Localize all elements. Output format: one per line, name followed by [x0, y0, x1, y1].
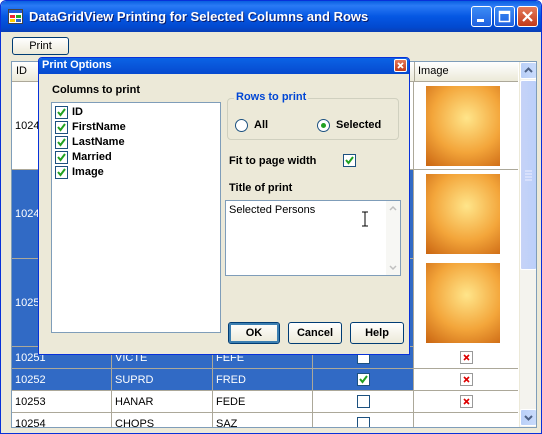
- title-bar[interactable]: DataGridView Printing for Selected Colum…: [1, 1, 541, 32]
- maximize-button[interactable]: [494, 6, 515, 27]
- column-label: LastName: [72, 136, 125, 148]
- dialog-title-bar[interactable]: Print Options: [39, 58, 409, 74]
- table-row[interactable]: 10254 CHOPS SAZ: [12, 413, 518, 427]
- cell-name: FEDE: [213, 391, 313, 412]
- chevron-up-icon: [524, 67, 533, 73]
- columns-checklist[interactable]: ID FirstName LastName Married Image: [51, 102, 221, 333]
- radio-all-label[interactable]: All: [254, 119, 268, 131]
- married-checkbox[interactable]: [356, 395, 370, 408]
- print-title-value: Selected Persons: [229, 204, 316, 216]
- close-icon: [397, 62, 404, 69]
- missing-image-icon: [459, 395, 473, 408]
- married-checkbox[interactable]: [356, 417, 370, 427]
- cancel-button[interactable]: Cancel: [288, 322, 342, 344]
- column-label: Image: [72, 166, 104, 178]
- column-item-id[interactable]: ID: [55, 105, 83, 119]
- help-button[interactable]: Help: [350, 322, 404, 344]
- column-item-image[interactable]: Image: [55, 165, 104, 179]
- column-item-firstname[interactable]: FirstName: [55, 120, 126, 134]
- cell-id: 10254: [12, 413, 112, 427]
- radio-selected-label[interactable]: Selected: [336, 119, 381, 131]
- checkbox[interactable]: [55, 105, 68, 119]
- cell-name: FRED: [213, 369, 313, 390]
- missing-image-icon: [459, 373, 473, 386]
- title-label: Title of print: [229, 182, 293, 194]
- print-options-dialog: Print Options Columns to print ID FirstN…: [38, 57, 410, 355]
- fit-checkbox[interactable]: [343, 154, 356, 167]
- header-id[interactable]: ID: [16, 65, 27, 77]
- dialog-title: Print Options: [42, 59, 112, 71]
- minimize-button[interactable]: [471, 6, 492, 27]
- radio-all[interactable]: [235, 119, 248, 132]
- app-window-icon: [8, 9, 23, 24]
- cell-customer: SUPRD: [112, 369, 213, 390]
- ok-button[interactable]: OK: [228, 322, 280, 344]
- checkbox[interactable]: [55, 135, 68, 149]
- chevron-down-icon: [524, 415, 533, 421]
- radio-selected[interactable]: [317, 119, 330, 132]
- table-row[interactable]: 10253 HANAR FEDE: [12, 391, 518, 413]
- cell-id: 10253: [12, 391, 112, 412]
- cell-customer: HANAR: [112, 391, 213, 412]
- columns-label: Columns to print: [52, 84, 140, 96]
- checkbox[interactable]: [55, 150, 68, 164]
- scroll-thumb[interactable]: [520, 80, 536, 270]
- portrait-image: [426, 174, 500, 254]
- checkbox[interactable]: [55, 120, 68, 134]
- checkbox[interactable]: [55, 165, 68, 179]
- table-row[interactable]: 10252 SUPRD FRED: [12, 369, 518, 391]
- dialog-close-button[interactable]: [394, 59, 407, 72]
- column-item-married[interactable]: Married: [55, 150, 112, 164]
- print-title-textarea[interactable]: Selected Persons: [225, 200, 401, 276]
- print-button[interactable]: Print: [12, 37, 69, 55]
- grip-icon: [525, 170, 532, 181]
- textarea-scrollbar[interactable]: [386, 201, 400, 275]
- close-icon: [522, 11, 533, 22]
- portrait-image: [426, 86, 500, 166]
- chevron-down-icon: [389, 265, 397, 271]
- column-label: ID: [72, 106, 83, 118]
- main-window: DataGridView Printing for Selected Colum…: [0, 0, 542, 434]
- column-label: FirstName: [72, 121, 126, 133]
- cell-id: 10252: [12, 369, 112, 390]
- chevron-up-icon: [389, 205, 397, 211]
- column-item-lastname[interactable]: LastName: [55, 135, 125, 149]
- scroll-up-button[interactable]: [520, 62, 536, 79]
- scroll-down-button[interactable]: [520, 409, 536, 426]
- grid-vertical-scrollbar[interactable]: [519, 62, 536, 427]
- close-button[interactable]: [517, 6, 538, 27]
- cell-customer: CHOPS: [112, 413, 213, 427]
- maximize-icon: [498, 10, 511, 23]
- cell-name: SAZ: [213, 413, 313, 427]
- header-image[interactable]: Image: [418, 65, 449, 77]
- rows-group-label: Rows to print: [234, 91, 309, 103]
- text-cursor-icon: [362, 211, 368, 227]
- missing-image-icon: [459, 351, 473, 364]
- fit-label[interactable]: Fit to page width: [229, 155, 316, 167]
- window-title: DataGridView Printing for Selected Colum…: [29, 9, 369, 24]
- portrait-image: [426, 263, 500, 343]
- column-label: Married: [72, 151, 112, 163]
- married-checkbox[interactable]: [356, 373, 370, 386]
- rows-to-print-group: Rows to print All Selected: [227, 91, 399, 140]
- minimize-icon: [477, 19, 484, 22]
